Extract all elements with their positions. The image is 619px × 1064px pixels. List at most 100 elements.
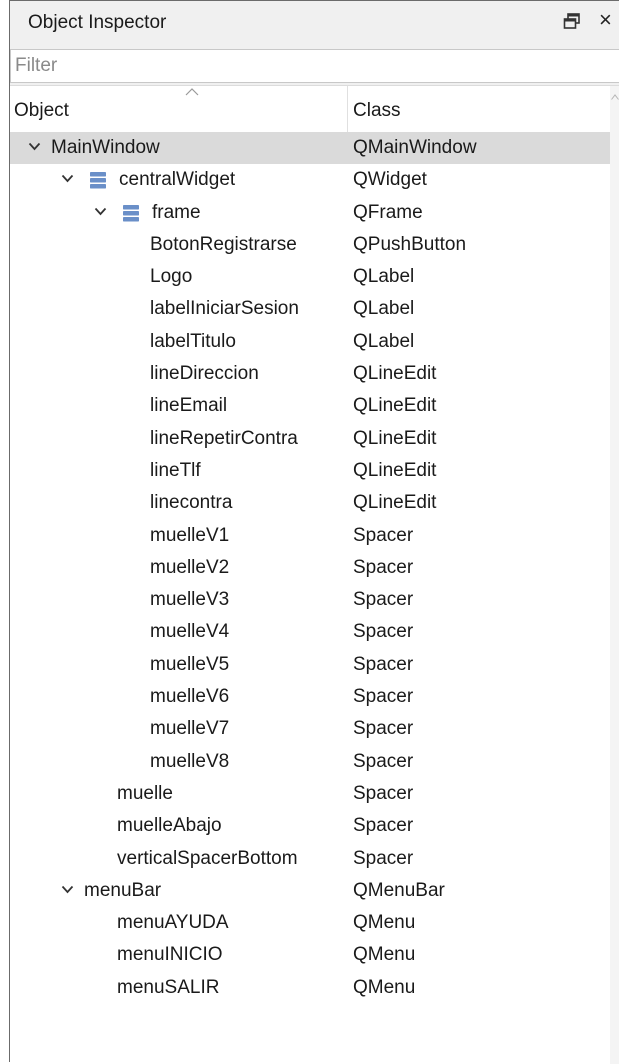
- object-name: Logo: [150, 266, 193, 288]
- object-name: muelleAbajo: [117, 815, 222, 837]
- column-divider[interactable]: [347, 86, 348, 132]
- object-name: linecontra: [150, 492, 233, 514]
- object-name: centralWidget: [119, 169, 236, 191]
- tree-row[interactable]: muelleV7 Spacer: [10, 713, 610, 745]
- object-name: menuSALIR: [117, 976, 220, 998]
- scroll-up-arrow-icon[interactable]: [611, 94, 619, 100]
- layout-icon: [90, 172, 106, 189]
- object-class: Spacer: [353, 621, 414, 643]
- tree-row[interactable]: menuAYUDA QMenu: [10, 907, 610, 939]
- layout-icon: [123, 204, 139, 222]
- close-icon[interactable]: ×: [599, 9, 612, 31]
- filter-input[interactable]: [10, 49, 619, 83]
- object-name: verticalSpacerBottom: [117, 847, 298, 869]
- object-class: QWidget: [353, 169, 427, 191]
- object-name: lineRepetirContra: [150, 427, 298, 449]
- tree-row[interactable]: muelleV3 Spacer: [10, 584, 610, 616]
- object-name: menuINICIO: [117, 944, 223, 966]
- object-class: Spacer: [353, 815, 414, 837]
- tree-row[interactable]: lineTlf QLineEdit: [10, 455, 610, 487]
- object-class: QLineEdit: [353, 363, 437, 385]
- object-name: muelleV7: [150, 718, 230, 740]
- tree-row[interactable]: frame QFrame: [10, 197, 610, 229]
- tree-row[interactable]: labelTitulo QLabel: [10, 326, 610, 358]
- object-name: lineDireccion: [150, 363, 259, 385]
- object-class: Spacer: [353, 556, 414, 578]
- object-class: Spacer: [353, 847, 414, 869]
- tree-row[interactable]: menuINICIO QMenu: [10, 939, 610, 971]
- object-name: labelIniciarSesion: [150, 298, 299, 320]
- tree-row[interactable]: labelIniciarSesion QLabel: [10, 293, 610, 325]
- object-class: QLineEdit: [353, 395, 437, 417]
- object-name: menuAYUDA: [117, 912, 229, 934]
- object-class: QLabel: [353, 298, 415, 320]
- object-name: BotonRegistrarse: [150, 233, 297, 255]
- object-class: QLabel: [353, 266, 415, 288]
- object-name: labelTitulo: [150, 330, 236, 352]
- object-name: muelleV6: [150, 686, 230, 708]
- tree-row[interactable]: muelleV2 Spacer: [10, 552, 610, 584]
- tree-row[interactable]: muelleAbajo Spacer: [10, 810, 610, 842]
- column-header-class[interactable]: Class: [353, 100, 401, 122]
- sort-indicator-icon: [185, 88, 199, 96]
- object-name: muelleV5: [150, 653, 230, 675]
- tree-row[interactable]: muelleV6 Spacer: [10, 681, 610, 713]
- object-class: QLineEdit: [353, 459, 437, 481]
- object-class: QMenu: [353, 944, 416, 966]
- object-class: QLabel: [353, 330, 415, 352]
- object-name: menuBar: [84, 879, 162, 901]
- chevron-down-icon[interactable]: [61, 174, 74, 183]
- tree-rows: MainWindow QMainWindow centralWidget QWidge…: [10, 132, 610, 1004]
- tree-row[interactable]: Logo QLabel: [10, 261, 610, 293]
- object-class: Spacer: [353, 524, 414, 546]
- tree-row[interactable]: centralWidget QWidget: [10, 164, 610, 196]
- object-class: Spacer: [353, 718, 414, 740]
- tree-row[interactable]: muelleV8 Spacer: [10, 746, 610, 778]
- object-name: muelle: [117, 782, 173, 804]
- tree-row[interactable]: muelleV4 Spacer: [10, 616, 610, 648]
- object-class: Spacer: [353, 589, 414, 611]
- object-class: Spacer: [353, 782, 414, 804]
- object-class: QMenuBar: [353, 879, 445, 901]
- object-class: QMainWindow: [353, 137, 477, 158]
- object-class: QLineEdit: [353, 492, 437, 514]
- object-name: lineTlf: [150, 459, 201, 481]
- object-class: QMenu: [353, 912, 416, 934]
- object-name: muelleV8: [150, 750, 230, 772]
- tree-row[interactable]: lineRepetirContra QLineEdit: [10, 423, 610, 455]
- tree-row[interactable]: lineEmail QLineEdit: [10, 390, 610, 422]
- tree-row[interactable]: muelleV1 Spacer: [10, 520, 610, 552]
- object-name: muelleV4: [150, 621, 230, 643]
- chevron-down-icon[interactable]: [94, 207, 107, 216]
- object-class: Spacer: [353, 686, 414, 708]
- vertical-scrollbar[interactable]: [610, 86, 619, 1064]
- tree-row[interactable]: menuSALIR QMenu: [10, 972, 610, 1004]
- tree-row[interactable]: muelle Spacer: [10, 778, 610, 810]
- float-window-icon[interactable]: [563, 12, 581, 30]
- tree-row[interactable]: BotonRegistrarse QPushButton: [10, 229, 610, 261]
- object-inspector-panel: Object Inspector × Object Class MainWind…: [9, 0, 619, 1064]
- object-name: muelleV2: [150, 556, 230, 578]
- object-class: QLineEdit: [353, 427, 437, 449]
- panel-title: Object Inspector: [28, 12, 167, 33]
- chevron-down-icon[interactable]: [61, 885, 74, 894]
- object-name: frame: [152, 201, 201, 223]
- object-tree: Object Class MainWindow QMainWindow centra…: [10, 85, 619, 1064]
- panel-titlebar: Object Inspector ×: [10, 1, 619, 45]
- tree-row[interactable]: linecontra QLineEdit: [10, 487, 610, 519]
- tree-row[interactable]: muelleV5 Spacer: [10, 649, 610, 681]
- object-class: QFrame: [353, 201, 423, 223]
- tree-row[interactable]: MainWindow QMainWindow: [10, 132, 610, 165]
- object-class: QMenu: [353, 976, 416, 998]
- tree-row[interactable]: menuBar QMenuBar: [10, 875, 610, 907]
- object-name: lineEmail: [150, 395, 228, 417]
- tree-row[interactable]: lineDireccion QLineEdit: [10, 358, 610, 390]
- column-header-object[interactable]: Object: [14, 100, 69, 122]
- tree-row[interactable]: verticalSpacerBottom Spacer: [10, 843, 610, 875]
- object-class: Spacer: [353, 653, 414, 675]
- object-name: muelleV3: [150, 589, 230, 611]
- chevron-down-icon[interactable]: [28, 142, 41, 151]
- object-class: QPushButton: [353, 233, 467, 255]
- object-name: MainWindow: [51, 137, 160, 158]
- tree-header: Object Class: [10, 86, 610, 132]
